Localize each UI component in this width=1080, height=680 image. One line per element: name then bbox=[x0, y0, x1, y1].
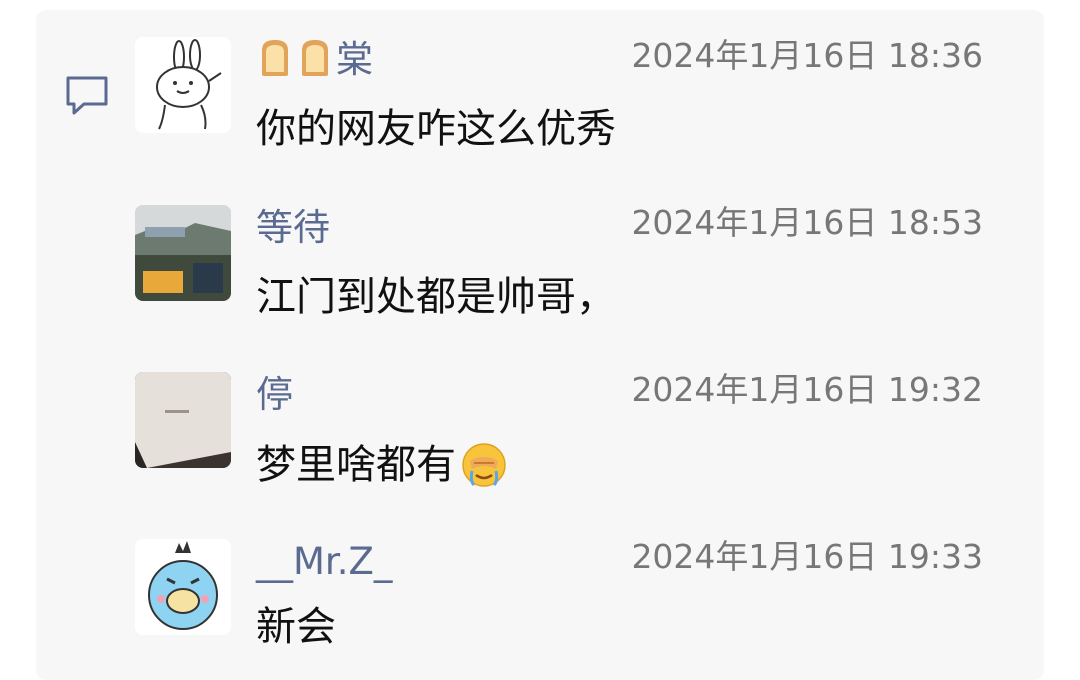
nickname[interactable]: __Mr.Z_ bbox=[256, 540, 392, 584]
avatar[interactable] bbox=[135, 372, 231, 468]
nickname[interactable]: 停 bbox=[256, 373, 293, 417]
comment-text: 江门到处都是帅哥， bbox=[256, 274, 616, 320]
nickname[interactable]: 等待 bbox=[256, 206, 330, 250]
timestamp: 2024年1月16日 18:53 bbox=[631, 203, 983, 242]
comment-text: 梦里啥都有 bbox=[256, 440, 508, 490]
avatar[interactable] bbox=[135, 539, 231, 635]
facepalm-cry-emoji bbox=[462, 443, 506, 487]
avatar[interactable] bbox=[135, 205, 231, 301]
timestamp: 2024年1月16日 19:32 bbox=[631, 370, 983, 409]
comment-text-body: 梦里啥都有 bbox=[256, 442, 456, 488]
timestamp: 2024年1月16日 19:33 bbox=[631, 537, 983, 576]
comment-item: __Mr.Z_ 2024年1月16日 19:33 新会 bbox=[0, 0, 1080, 650]
comment-text: 新会 bbox=[256, 604, 336, 650]
